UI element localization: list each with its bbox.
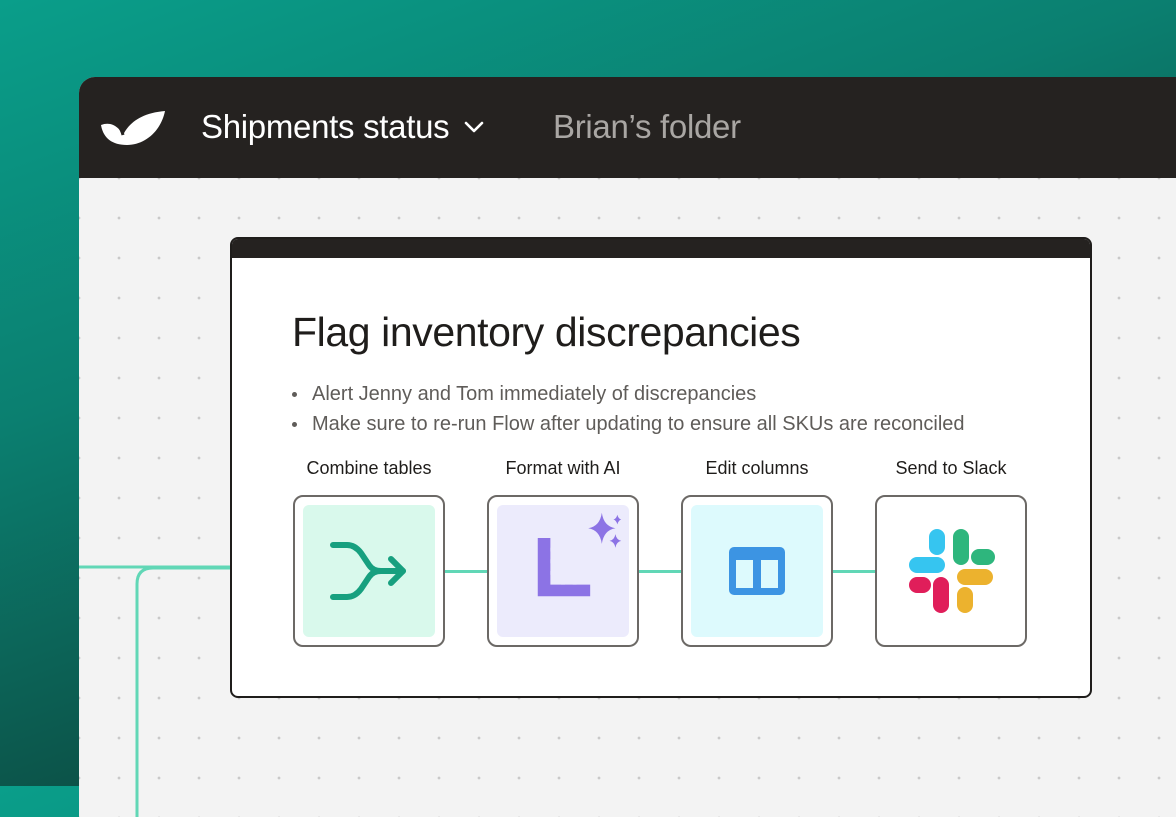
ruler-sparkles-icon — [537, 512, 622, 597]
bullet-dot-icon — [292, 422, 297, 427]
flow-canvas[interactable]: Flag inventory discrepancies Alert Jenny… — [79, 178, 1176, 817]
note-text: Alert Jenny and Tom immediately of discr… — [312, 383, 757, 405]
step-label-send-to-slack: Send to Slack — [895, 458, 1007, 478]
step-label-edit-columns: Edit columns — [705, 458, 809, 478]
brand-logo-icon — [101, 111, 165, 145]
step-combine-tables[interactable] — [293, 495, 445, 647]
slack-icon — [909, 529, 995, 613]
app-window: Shipments status Brian’s folder Flag inv… — [79, 77, 1176, 817]
document-title-dropdown[interactable]: Shipments status — [201, 108, 485, 146]
merge-arrow-icon — [330, 542, 406, 600]
step-connector — [639, 570, 681, 573]
step-icon-tile — [303, 505, 435, 637]
bullet-dot-icon — [292, 392, 297, 397]
step-label-combine-tables: Combine tables — [306, 458, 432, 478]
step-icon-tile — [497, 505, 629, 637]
card-header-bar — [232, 239, 1090, 258]
document-title: Shipments status — [201, 108, 450, 145]
step-icon-tile — [885, 505, 1017, 637]
step-connector — [445, 570, 487, 573]
step-connector — [833, 570, 875, 573]
step-edit-columns[interactable] — [681, 495, 833, 647]
step-label-format-with-ai: Format with AI — [505, 458, 621, 478]
note-text: Make sure to re-run Flow after updating … — [312, 413, 965, 435]
columns-icon — [729, 547, 785, 595]
step-icon-tile — [691, 505, 823, 637]
note-item: Make sure to re-run Flow after updating … — [292, 409, 965, 439]
step-send-to-slack[interactable] — [875, 495, 1027, 647]
title-bar: Shipments status Brian’s folder — [79, 77, 1176, 178]
card-title: Flag inventory discrepancies — [292, 309, 801, 355]
flow-card[interactable]: Flag inventory discrepancies Alert Jenny… — [230, 237, 1092, 698]
step-format-with-ai[interactable] — [487, 495, 639, 647]
folder-breadcrumb[interactable]: Brian’s folder — [553, 108, 741, 146]
card-notes-list: Alert Jenny and Tom immediately of discr… — [292, 379, 965, 439]
note-item: Alert Jenny and Tom immediately of discr… — [292, 379, 965, 409]
chevron-down-icon — [465, 121, 484, 133]
